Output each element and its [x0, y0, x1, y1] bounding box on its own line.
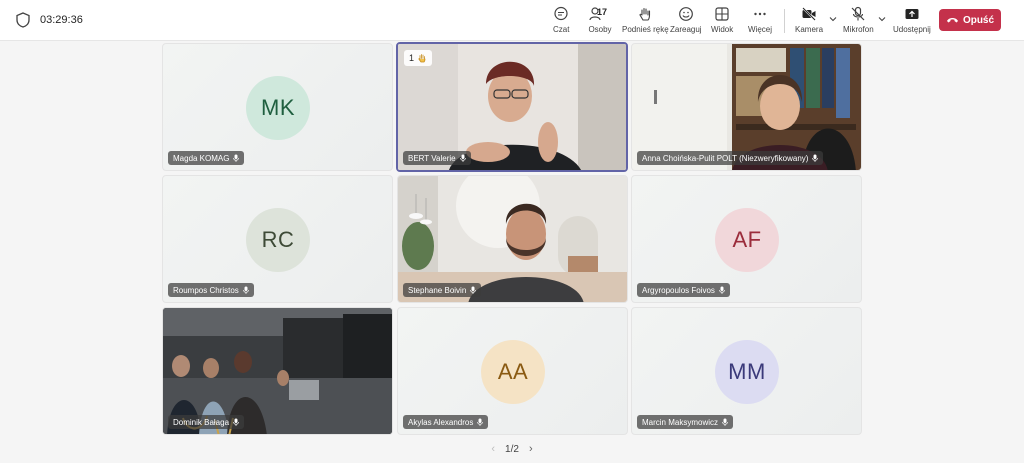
view-label: Widok — [711, 25, 734, 34]
participant-name-tag: Argyropoulos Foivos — [637, 283, 730, 297]
avatar-initials: MM — [728, 359, 766, 384]
hand-icon — [639, 7, 651, 21]
next-page-chevron-icon[interactable]: › — [529, 443, 533, 455]
camera-label: Kamera — [795, 25, 824, 34]
participant-tile-5[interactable]: Stephane Boivin — [397, 175, 628, 303]
participant-name: Dominik Bałaga — [173, 417, 230, 427]
mic-off-icon — [851, 6, 865, 21]
participant-name-tag: Marcin Maksymowicz — [637, 415, 734, 429]
raise-hand-button[interactable]: Podnieś rękę — [622, 6, 669, 36]
participant-name-tag: Anna Choińska-Pulit POLT (Niezweryfikowa… — [637, 151, 824, 165]
participant-tile-1[interactable]: MK Magda KOMAG — [162, 43, 393, 171]
chat-icon — [554, 6, 568, 21]
participant-tile-3[interactable]: Anna Choińska-Pulit POLT (Niezweryfikowa… — [631, 43, 862, 171]
view-button[interactable]: Widok — [711, 6, 733, 36]
participant-tile-4[interactable]: RC Roumpos Christos — [162, 175, 393, 303]
participant-name-tag: Magda KOMAG — [168, 151, 245, 165]
camera-button[interactable]: Kamera — [795, 6, 823, 36]
more-icon — [754, 12, 766, 16]
mic-icon — [812, 154, 819, 162]
people-count: 17 — [597, 7, 608, 17]
camera-options-chevron-icon[interactable] — [828, 14, 838, 24]
avatar-initials: MK — [261, 95, 295, 120]
mic-icon — [722, 418, 728, 426]
mic-icon — [233, 418, 239, 426]
phone-hangup-icon — [946, 18, 958, 23]
people-label: Osoby — [588, 25, 612, 34]
participant-name: BERT Valerie — [408, 153, 456, 163]
avatar: AF — [715, 208, 779, 272]
meeting-toolbar: 03:29:36 Czat 17 Osoby Podnieś rękę Zare… — [0, 0, 1024, 41]
raised-hand-badge: 1 — [404, 50, 433, 66]
avatar-initials: AF — [732, 227, 762, 252]
shield-icon[interactable] — [16, 12, 30, 28]
participant-name: Magda KOMAG — [173, 153, 230, 163]
chat-label: Czat — [553, 25, 570, 34]
participant-name: Anna Choińska-Pulit POLT (Niezweryfikowa… — [642, 153, 809, 163]
mic-icon — [470, 286, 477, 294]
toolbar-divider — [784, 9, 785, 33]
participant-tile-7[interactable]: Dominik Bałaga — [162, 307, 393, 435]
avatar: AA — [481, 340, 545, 404]
participant-name: Stephane Boivin — [408, 285, 467, 295]
participant-name: Roumpos Christos — [173, 285, 239, 295]
gallery-pagination: ‹ 1/2 › — [0, 441, 1024, 457]
mic-options-chevron-icon[interactable] — [877, 14, 887, 24]
share-icon — [905, 9, 919, 19]
previous-page-chevron-icon[interactable]: ‹ — [491, 443, 495, 455]
grid-icon — [715, 7, 729, 21]
participant-name-tag: Roumpos Christos — [168, 283, 254, 297]
raise-hand-label: Podnieś rękę — [622, 25, 669, 34]
avatar: RC — [246, 208, 310, 272]
mic-icon — [233, 154, 240, 162]
participant-tile-8[interactable]: AA Akylas Alexandros — [397, 307, 628, 435]
participant-tile-6[interactable]: AF Argyropoulos Foivos — [631, 175, 862, 303]
participant-name-tag: BERT Valerie — [403, 151, 471, 165]
emoji-icon — [678, 7, 693, 21]
share-button[interactable]: Udostępnij — [893, 6, 931, 36]
mic-icon — [719, 286, 725, 294]
meeting-timer: 03:29:36 — [40, 14, 83, 26]
more-button[interactable]: Więcej — [748, 6, 772, 36]
participant-name-tag: Stephane Boivin — [403, 283, 482, 297]
mic-icon — [459, 154, 466, 162]
leave-label: Opuść — [962, 14, 995, 26]
react-label: Zareaguj — [670, 25, 702, 34]
mic-icon — [242, 286, 249, 294]
avatar-initials: RC — [261, 227, 295, 252]
participant-name: Marcin Maksymowicz — [642, 417, 719, 427]
share-label: Udostępnij — [893, 25, 931, 34]
participant-name-tag: Dominik Bałaga — [168, 415, 245, 429]
avatar: MK — [246, 76, 310, 140]
participant-name: Argyropoulos Foivos — [642, 285, 715, 295]
chat-button[interactable]: Czat — [553, 6, 569, 36]
more-label: Więcej — [748, 25, 773, 34]
mic-label: Mikrofon — [843, 25, 874, 34]
people-button[interactable]: 17 Osoby — [587, 6, 613, 36]
leave-button[interactable]: Opuść — [939, 9, 1001, 31]
participant-tile-9[interactable]: MM Marcin Maksymowicz — [631, 307, 862, 435]
participant-tile-2[interactable]: 1 BERT Valerie — [396, 42, 628, 172]
mic-button[interactable]: Mikrofon — [843, 6, 874, 36]
react-button[interactable]: Zareaguj — [670, 6, 702, 36]
avatar: MM — [715, 340, 779, 404]
avatar-initials: AA — [497, 359, 529, 384]
hand-raised-icon — [418, 54, 426, 63]
page-indicator: 1/2 — [505, 443, 519, 455]
mic-icon — [477, 418, 484, 426]
participant-name: Akylas Alexandros — [408, 417, 474, 427]
hand-order: 1 — [409, 53, 415, 63]
participant-name-tag: Akylas Alexandros — [403, 415, 489, 429]
camera-off-icon — [802, 7, 816, 21]
